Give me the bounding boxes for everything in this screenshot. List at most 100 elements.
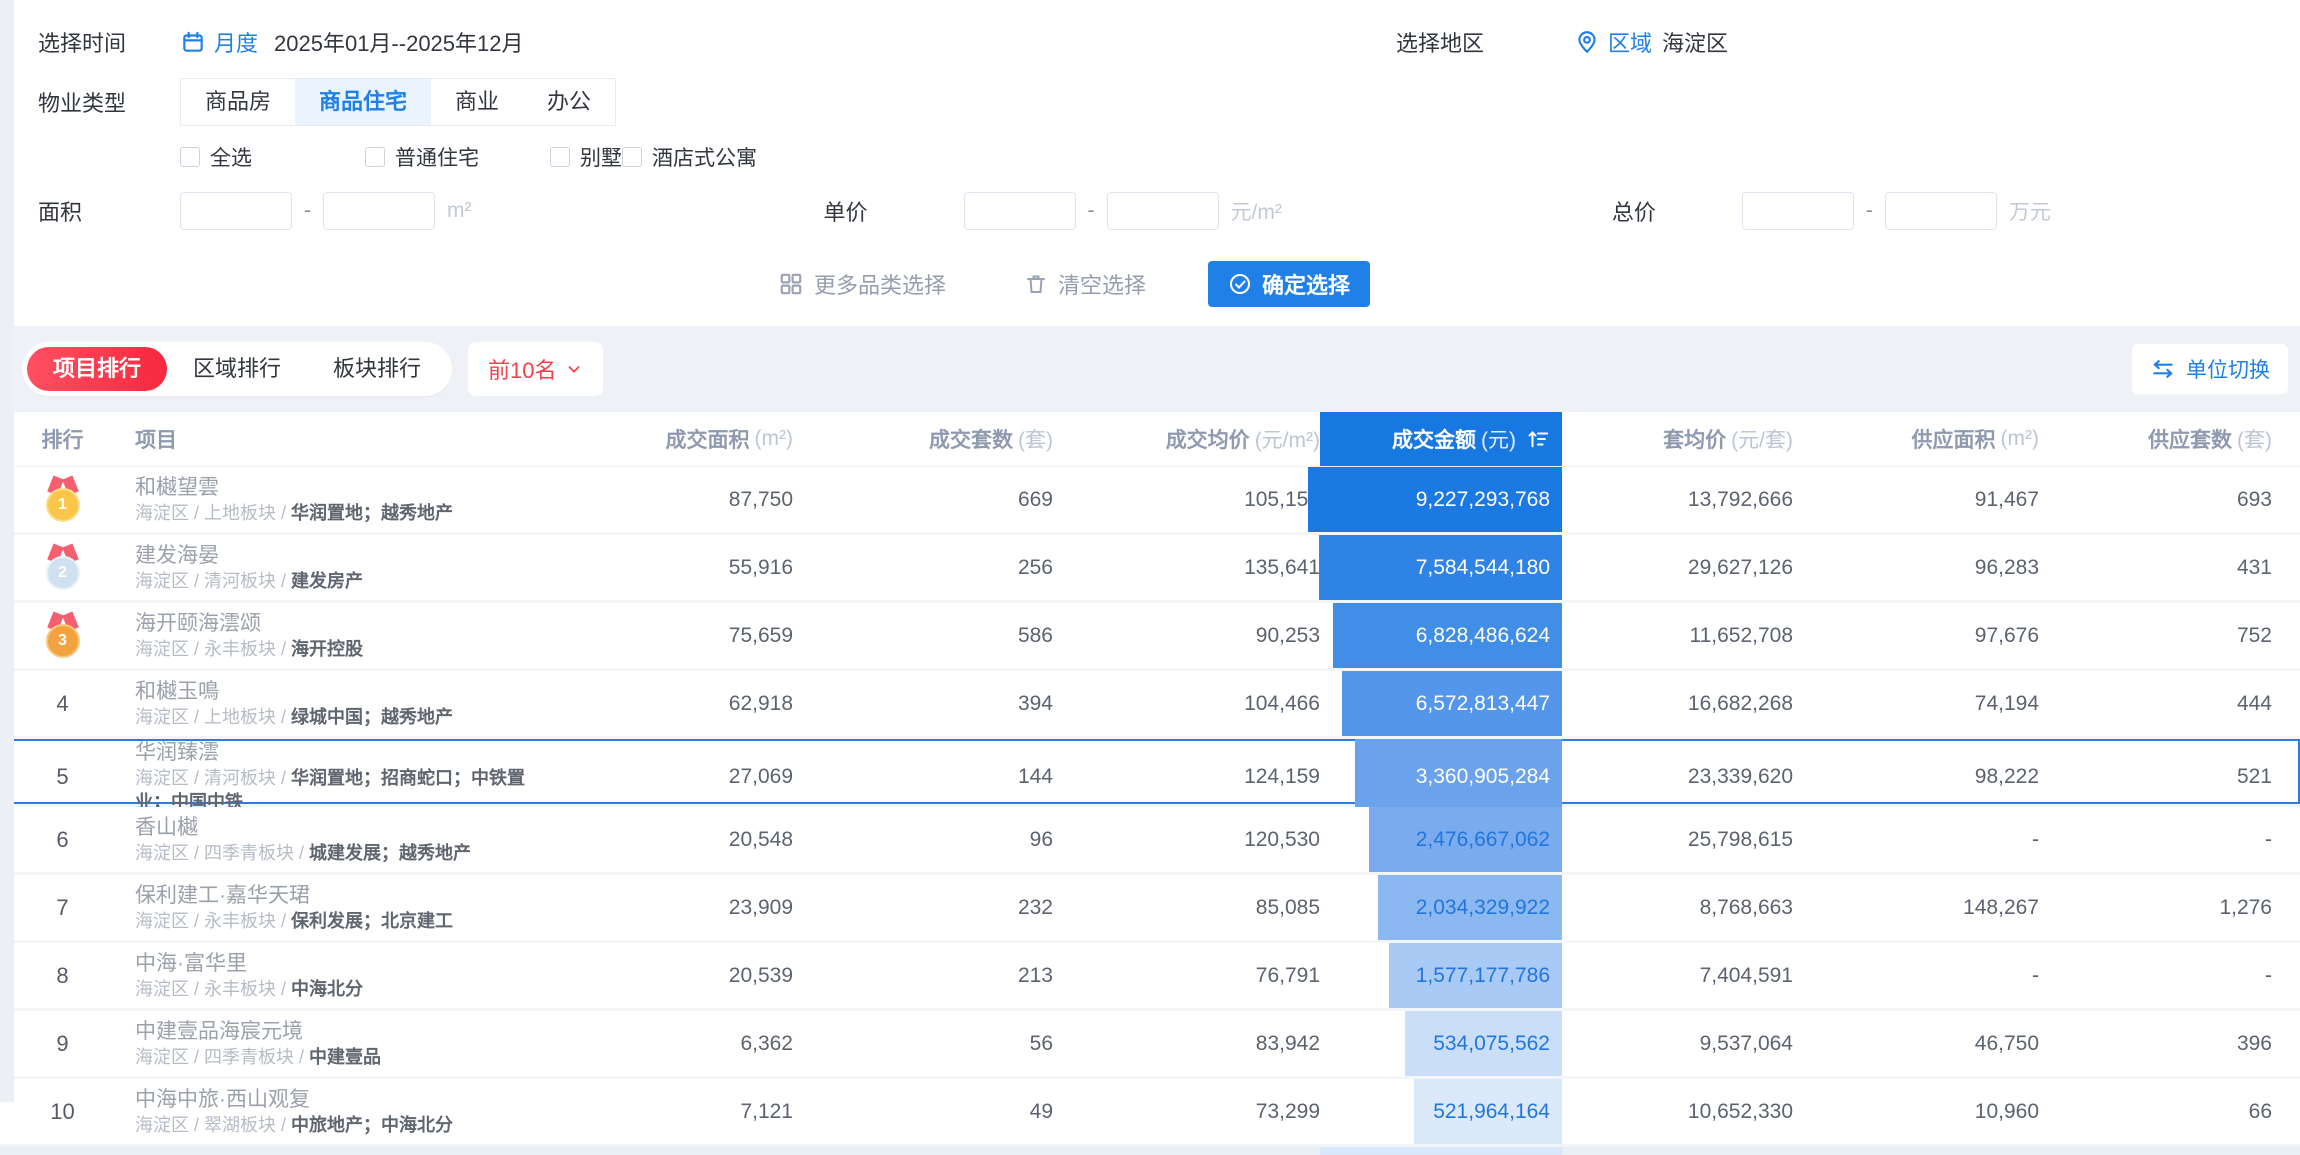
table-row[interactable]: 7 保利建工·嘉华天珺 海淀区 / 永丰板块 / 保利发展；北京建工 23,90… <box>0 875 2300 943</box>
deal-amount-bar: 6,828,486,624 <box>1333 603 1562 668</box>
region-type-link[interactable]: 区域 <box>1608 26 1652 58</box>
subtype-checkbox-villa[interactable]: 别墅 <box>550 142 622 172</box>
deal-units-value: 232 <box>793 875 1053 940</box>
project-name[interactable]: 中海·富华里 <box>135 950 247 977</box>
table-row[interactable]: 1 和樾望雲 海淀区 / 上地板块 / 华润置地；越秀地产 87,750 669… <box>0 467 2300 535</box>
deal-area-value: 55,916 <box>553 535 793 600</box>
project-name[interactable]: 香山樾 <box>135 814 198 841</box>
checkbox-icon[interactable] <box>365 147 385 167</box>
tab-sector-ranking[interactable]: 板块排行 <box>307 347 447 391</box>
rank-number: 6 <box>56 827 68 853</box>
project-cell: 建发海晏 海淀区 / 清河板块 / 建发房产 <box>125 535 553 600</box>
subtype-checkbox-hotel-apartment[interactable]: 酒店式公寓 <box>622 142 757 172</box>
table-row[interactable]: 3 海开颐海澐颂 海淀区 / 永丰板块 / 海开控股 75,659 586 90… <box>0 603 2300 671</box>
property-type-option-commercial[interactable]: 商业 <box>431 79 523 125</box>
project-location: 海淀区 / 上地板块 / <box>135 503 291 523</box>
property-type-option-office[interactable]: 办公 <box>523 79 615 125</box>
region-value[interactable]: 海淀区 <box>1662 26 1728 58</box>
project-name[interactable]: 海开颐海澐颂 <box>135 610 261 637</box>
subtype-checkbox-all[interactable]: 全选 <box>180 142 365 172</box>
table-row[interactable]: 6 香山樾 海淀区 / 四季青板块 / 城建发展；越秀地产 20,548 96 … <box>0 807 2300 875</box>
time-mode-link[interactable]: 月度 <box>214 26 258 58</box>
project-name[interactable]: 华润臻澐 <box>135 739 219 766</box>
property-type-option-residential[interactable]: 商品住宅 <box>295 79 431 125</box>
clear-selection-button[interactable]: 清空选择 <box>1024 268 1146 300</box>
tab-district-ranking[interactable]: 区域排行 <box>167 347 307 391</box>
area-max-input[interactable] <box>323 192 435 230</box>
project-name[interactable]: 和樾玉鳴 <box>135 678 219 705</box>
table-row[interactable]: 8 中海·富华里 海淀区 / 永丰板块 / 中海北分 20,539 213 76… <box>0 943 2300 1011</box>
project-name[interactable]: 中建壹品海宸元境 <box>135 1018 303 1045</box>
table-row[interactable]: 4 和樾玉鳴 海淀区 / 上地板块 / 绿城中国；越秀地产 62,918 394… <box>0 671 2300 739</box>
property-type-option-commodity[interactable]: 商品房 <box>181 79 295 125</box>
ranking-tabs: 项目排行 区域排行 板块排行 <box>22 342 452 396</box>
calendar-icon[interactable] <box>180 29 206 55</box>
area-min-input[interactable] <box>180 192 292 230</box>
header-deal-amount[interactable]: 成交金额(元) <box>1320 412 1562 466</box>
per-unit-price-value: 8,768,663 <box>1562 875 1793 940</box>
location-pin-icon[interactable] <box>1574 29 1600 55</box>
deal-units-value: 96 <box>793 807 1053 872</box>
deal-amount-value: 6,828,486,624 <box>1416 624 1550 648</box>
table-row[interactable]: 2 建发海晏 海淀区 / 清河板块 / 建发房产 55,916 256 135,… <box>0 535 2300 603</box>
per-unit-price-value: 7,404,591 <box>1562 943 1793 1008</box>
supply-units-value: 444 <box>2039 671 2272 736</box>
total-price-max-input[interactable] <box>1885 192 1997 230</box>
project-name[interactable]: 中海中旅·西山观复 <box>135 1086 310 1113</box>
project-cell: 中海·富华里 海淀区 / 永丰板块 / 中海北分 <box>125 943 553 1008</box>
deal-amount-cell: 9,227,293,768 <box>1320 467 1562 532</box>
unit-switch-button[interactable]: 单位切换 <box>2132 344 2288 394</box>
project-subline: 海淀区 / 上地板块 / 华润置地；越秀地产 <box>135 501 453 525</box>
project-developers: 中海北分 <box>291 979 363 999</box>
deal-area-value: 20,539 <box>553 943 793 1008</box>
deal-avg-price-value: 104,466 <box>1053 671 1320 736</box>
total-price-label: 总价 <box>1612 195 1656 227</box>
supply-area-value: 46,750 <box>1793 1011 2039 1076</box>
confirm-selection-button[interactable]: 确定选择 <box>1208 261 1370 307</box>
more-categories-button[interactable]: 更多品类选择 <box>778 268 946 300</box>
project-cell: 保利建工·嘉华天珺 海淀区 / 永丰板块 / 保利发展；北京建工 <box>125 875 553 940</box>
project-cell: 和樾望雲 海淀区 / 上地板块 / 华润置地；越秀地产 <box>125 467 553 532</box>
project-name[interactable]: 建发海晏 <box>135 542 219 569</box>
table-row[interactable]: 5 华润臻澐 海淀区 / 清河板块 / 华润置地；招商蛇口；中铁置业；中国中铁 … <box>0 739 2300 807</box>
checkbox-icon[interactable] <box>550 147 570 167</box>
check-circle-icon <box>1228 272 1252 296</box>
project-name[interactable]: 和樾望雲 <box>135 474 219 501</box>
subtype-checkbox-ordinary[interactable]: 普通住宅 <box>365 142 550 172</box>
deal-area-value: 62,918 <box>553 671 793 736</box>
sort-desc-icon <box>1526 428 1550 450</box>
total-price-min-input[interactable] <box>1742 192 1854 230</box>
next-row-partial <box>0 1147 2300 1155</box>
area-range-label: 面积 <box>38 195 180 227</box>
rank-number: 8 <box>56 963 68 989</box>
deal-amount-cell: 3,360,905,284 <box>1320 739 1562 814</box>
tab-project-ranking[interactable]: 项目排行 <box>27 347 167 391</box>
grid-icon <box>778 271 804 297</box>
project-subline: 海淀区 / 永丰板块 / 中海北分 <box>135 977 363 1001</box>
table-row[interactable]: 10 中海中旅·西山观复 海淀区 / 翠湖板块 / 中旅地产；中海北分 7,12… <box>0 1079 2300 1147</box>
checkbox-icon[interactable] <box>180 147 200 167</box>
supply-units-value: 431 <box>2039 535 2272 600</box>
rank-number: 4 <box>56 691 68 717</box>
ranking-toolbar: 项目排行 区域排行 板块排行 前10名 单位切换 <box>22 342 2288 396</box>
checkbox-icon[interactable] <box>622 147 642 167</box>
table-row[interactable]: 9 中建壹品海宸元境 海淀区 / 四季青板块 / 中建壹品 6,362 56 8… <box>0 1011 2300 1079</box>
deal-units-value: 256 <box>793 535 1053 600</box>
project-name[interactable]: 保利建工·嘉华天珺 <box>135 882 310 909</box>
time-filter-label: 选择时间 <box>38 26 180 58</box>
supply-units-value: 521 <box>2039 739 2272 814</box>
deal-area-value: 75,659 <box>553 603 793 668</box>
header-deal-units: 成交套数(套) <box>793 412 1053 466</box>
deal-area-value: 87,750 <box>553 467 793 532</box>
time-range-value[interactable]: 2025年01月--2025年12月 <box>274 26 523 58</box>
deal-amount-cell: 2,476,667,062 <box>1320 807 1562 872</box>
unit-price-min-input[interactable] <box>964 192 1076 230</box>
rank-cell: 9 <box>0 1011 125 1076</box>
top-n-dropdown[interactable]: 前10名 <box>468 342 602 396</box>
supply-units-value: 693 <box>2039 467 2272 532</box>
project-subline: 海淀区 / 翠湖板块 / 中旅地产；中海北分 <box>135 1113 453 1137</box>
per-unit-price-value: 29,627,126 <box>1562 535 1793 600</box>
unit-price-max-input[interactable] <box>1107 192 1219 230</box>
next-row-amount-bar <box>1320 1147 1562 1155</box>
rank-medal-icon: 3 <box>43 612 83 660</box>
